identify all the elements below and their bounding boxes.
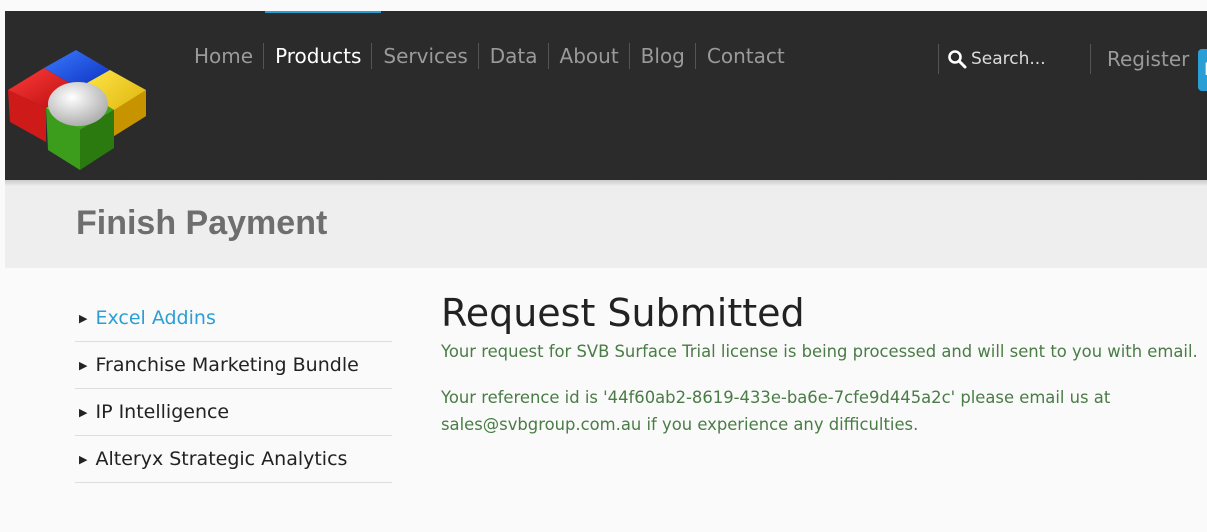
request-submitted-heading: Request Submitted: [441, 291, 805, 335]
sidebar-item-franchise-marketing-bundle[interactable]: ▶ Franchise Marketing Bundle: [75, 342, 392, 389]
nav-contact[interactable]: Contact: [694, 40, 796, 72]
login-button[interactable]: L: [1198, 49, 1207, 91]
nav-home[interactable]: Home: [183, 40, 264, 72]
nav-products[interactable]: Products: [263, 40, 372, 72]
nav-data[interactable]: Data: [477, 40, 549, 72]
active-nav-indicator: [265, 11, 381, 13]
sidebar-item-label: Alteryx Strategic Analytics: [95, 448, 348, 470]
main-nav: Home Products Services Data About Blog C…: [183, 40, 796, 72]
sidebar-item-excel-addins[interactable]: ▶ Excel Addins: [75, 295, 392, 342]
search-icon[interactable]: [947, 49, 967, 69]
search-input[interactable]: [971, 49, 1081, 69]
nav-blog[interactable]: Blog: [628, 40, 696, 72]
page-title: Finish Payment: [76, 204, 328, 242]
logo-cubes-icon[interactable]: [8, 44, 148, 174]
nav-about[interactable]: About: [547, 40, 630, 72]
reference-message: Your reference id is '44f60ab2-8619-433e…: [441, 388, 1111, 434]
register-link[interactable]: Register: [1090, 44, 1189, 74]
caret-right-icon: ▶: [79, 311, 88, 325]
site-header: Home Products Services Data About Blog C…: [5, 11, 1207, 180]
caret-right-icon: ▶: [79, 452, 88, 466]
sidebar-item-label: Franchise Marketing Bundle: [95, 354, 359, 376]
sidebar-item-alteryx-strategic-analytics[interactable]: ▶ Alteryx Strategic Analytics: [75, 436, 392, 483]
caret-right-icon: ▶: [79, 358, 88, 372]
sidebar-item-label: IP Intelligence: [95, 401, 230, 423]
search-box: [938, 44, 1088, 74]
main-content: Request Submitted Your request for SVB S…: [441, 290, 1207, 438]
product-sidebar: ▶ Excel Addins ▶ Franchise Marketing Bun…: [75, 295, 392, 483]
header-shadow: [5, 180, 1207, 186]
sidebar-item-label: Excel Addins: [95, 307, 216, 329]
caret-right-icon: ▶: [79, 405, 88, 419]
processing-message: Your request for SVB Surface Trial licen…: [441, 342, 1198, 361]
page-title-band: Finish Payment: [5, 182, 1207, 268]
sidebar-item-ip-intelligence[interactable]: ▶ IP Intelligence: [75, 389, 392, 436]
nav-services[interactable]: Services: [371, 40, 478, 72]
